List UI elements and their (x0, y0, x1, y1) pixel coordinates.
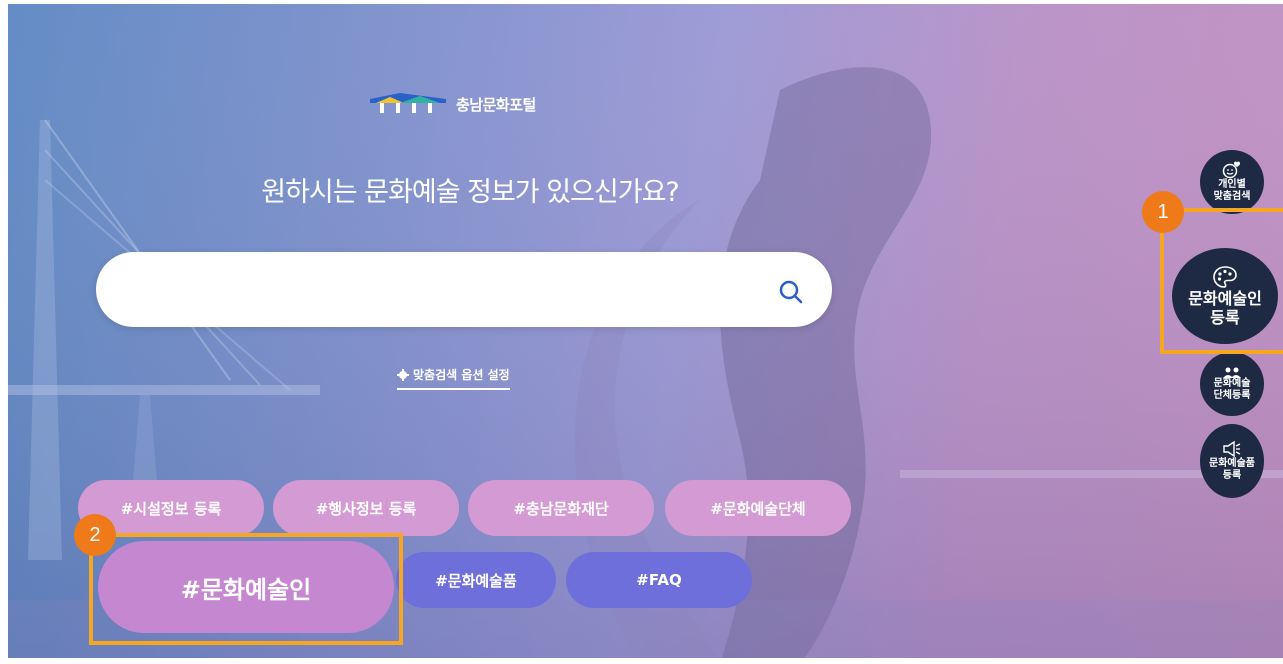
tag-event-register[interactable]: #행사정보 등록 (273, 480, 459, 536)
side-personal-label: 개인별 맞춤검색 (1213, 179, 1251, 202)
tag-faq[interactable]: #FAQ (566, 552, 752, 608)
side-group-label: 문화예술 단체등록 (1213, 378, 1251, 401)
gear-icon (397, 368, 409, 381)
frame-top (0, 0, 1283, 4)
callout-badge-2: 2 (74, 514, 116, 556)
search-icon[interactable] (778, 279, 804, 305)
side-artwork-label: 문화예술품 등록 (1209, 458, 1255, 481)
frame-left (0, 0, 8, 664)
search-input[interactable] (134, 270, 738, 310)
highlight-box-1 (1160, 208, 1283, 354)
tag-artwork[interactable]: #문화예술품 (396, 552, 556, 608)
highlight-box-2 (89, 533, 403, 645)
search-options-link[interactable]: 맞춤검색 옵션 설정 (397, 366, 510, 390)
side-artwork-register[interactable]: 문화예술품 등록 (1200, 424, 1264, 498)
side-personal-search[interactable]: 개인별 맞춤검색 (1200, 150, 1264, 214)
logo-text: 충남문화포털 (456, 95, 536, 114)
frame-bottom (0, 658, 1283, 664)
tag-chungnam-foundation[interactable]: #충남문화재단 (468, 480, 654, 536)
search-box[interactable] (96, 252, 832, 327)
logo-mark-icon (370, 93, 446, 113)
tag-arts-group[interactable]: #문화예술단체 (665, 480, 851, 536)
smiley-heart-icon (1222, 161, 1240, 179)
side-group-register[interactable]: 문화예술 단체등록 (1200, 352, 1264, 416)
search-options-label: 맞춤검색 옵션 설정 (413, 368, 510, 382)
megaphone-icon (1223, 440, 1241, 458)
group-icon (1223, 367, 1241, 378)
callout-badge-1: 1 (1142, 191, 1184, 233)
page-headline: 원하시는 문화예술 정보가 있으신가요? (261, 177, 680, 208)
site-logo[interactable]: 충남문화포털 (370, 93, 536, 115)
